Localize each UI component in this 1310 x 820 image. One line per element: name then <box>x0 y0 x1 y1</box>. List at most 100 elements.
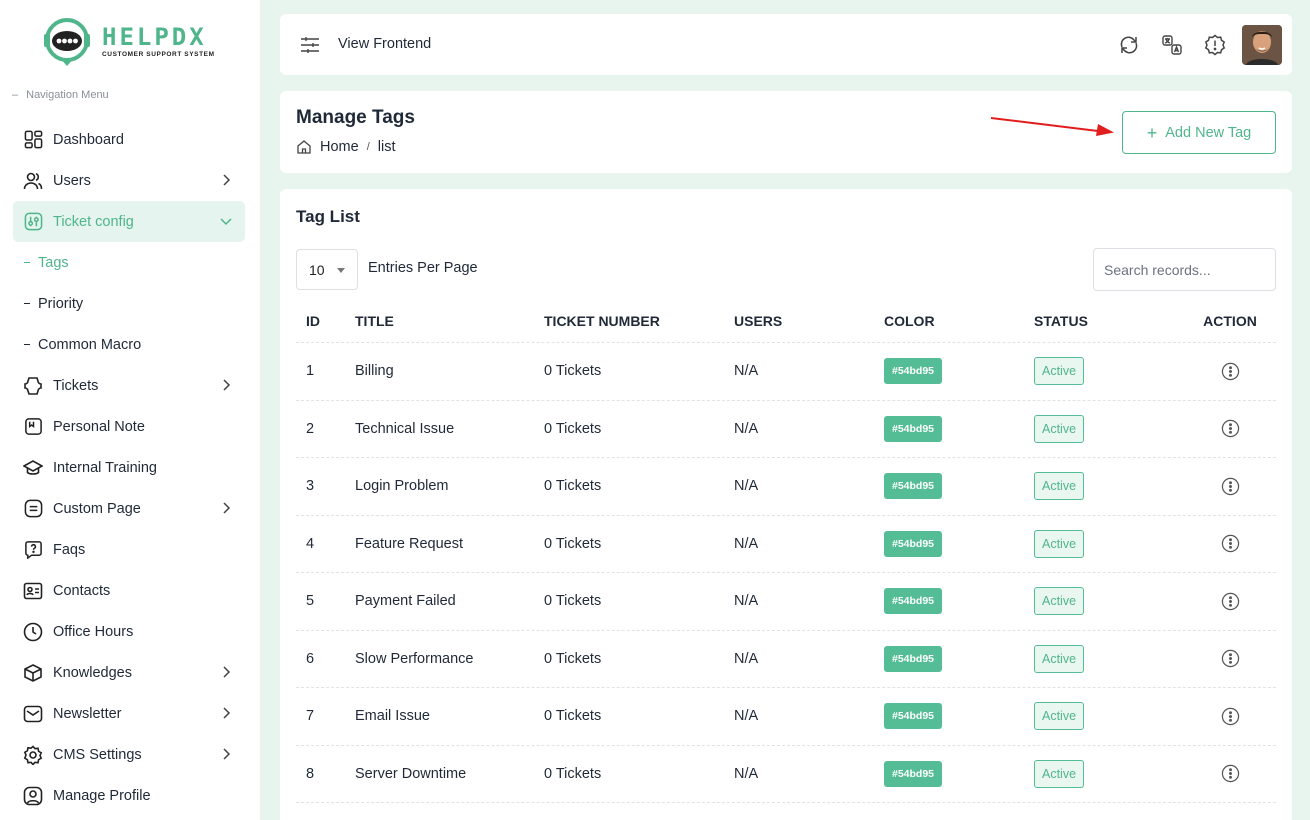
row-users: N/A <box>734 478 759 495</box>
table-row: 5 Payment Failed 0 Tickets N/A #54bd95 A… <box>296 573 1276 631</box>
row-title: Login Problem <box>355 478 449 495</box>
profile-icon <box>23 786 43 806</box>
more-options-icon[interactable] <box>1221 649 1240 668</box>
box-icon <box>23 663 43 683</box>
row-users: N/A <box>734 535 759 552</box>
color-badge: #54bd95 <box>884 703 943 730</box>
annotation-arrow <box>990 117 1114 136</box>
users-icon <box>23 171 43 191</box>
status-badge[interactable]: Active <box>1034 529 1085 558</box>
table-row: 8 Server Downtime 0 Tickets N/A #54bd95 … <box>296 746 1276 803</box>
more-options-icon[interactable] <box>1221 764 1240 783</box>
sidebar-item-newsletter[interactable]: Newsletter <box>13 693 245 734</box>
sidebar-subitem-common-macro[interactable]: Common Macro <box>13 324 245 365</box>
table-row: 7 Email Issue 0 Tickets N/A #54bd95 Acti… <box>296 688 1276 746</box>
nav-caption: – Navigation Menu <box>12 89 109 101</box>
color-badge: #54bd95 <box>884 358 943 385</box>
view-frontend-link[interactable]: View Frontend <box>338 36 431 52</box>
plus-icon: + <box>1146 122 1158 143</box>
sidebar-item-contacts[interactable]: Contacts <box>13 570 245 611</box>
status-badge[interactable]: Active <box>1034 644 1085 673</box>
brand-logo[interactable]: HELPDX CUSTOMER SUPPORT SYSTEM <box>40 16 220 68</box>
sidebar-item-tickets[interactable]: Tickets <box>13 365 245 406</box>
nav-menu: Dashboard Users Ticket config Tags Prior… <box>13 119 245 816</box>
brand-subtitle: CUSTOMER SUPPORT SYSTEM <box>102 51 215 59</box>
sidebar-item-office-hours[interactable]: Office Hours <box>13 611 245 652</box>
sidebar-item-ticket-config[interactable]: Ticket config <box>13 201 245 242</box>
row-users: N/A <box>734 650 759 667</box>
mail-icon <box>23 704 43 724</box>
tag-list-title: Tag List <box>296 207 360 226</box>
sidebar-item-knowledges[interactable]: Knowledges <box>13 652 245 693</box>
status-badge[interactable]: Active <box>1034 587 1085 616</box>
status-badge[interactable]: Active <box>1034 414 1085 443</box>
color-badge: #54bd95 <box>884 530 943 557</box>
sidebar-item-cms-settings[interactable]: CMS Settings <box>13 734 245 775</box>
alert-icon[interactable] <box>1204 34 1226 56</box>
row-users: N/A <box>734 765 759 782</box>
table-row: 3 Login Problem 0 Tickets N/A #54bd95 Ac… <box>296 458 1276 516</box>
avatar[interactable] <box>1242 25 1282 65</box>
row-title: Payment Failed <box>355 593 456 610</box>
more-options-icon[interactable] <box>1221 592 1240 611</box>
graduation-cap-icon <box>23 458 43 478</box>
row-users: N/A <box>734 363 759 380</box>
row-ticket-number: 0 Tickets <box>544 765 602 782</box>
contact-card-icon <box>23 581 43 601</box>
status-badge[interactable]: Active <box>1034 759 1085 788</box>
sidebar: HELPDX CUSTOMER SUPPORT SYSTEM – Navigati… <box>0 0 260 820</box>
top-bar: View Frontend <box>280 14 1292 75</box>
color-badge: #54bd95 <box>884 473 943 500</box>
sidebar-subitem-priority[interactable]: Priority <box>13 283 245 324</box>
sidebar-item-internal-training[interactable]: Internal Training <box>13 447 245 488</box>
row-title: Technical Issue <box>355 420 455 437</box>
search-input[interactable] <box>1093 248 1276 291</box>
gear-icon <box>23 744 43 765</box>
page-icon <box>23 499 43 519</box>
clock-icon <box>23 622 43 642</box>
row-ticket-number: 0 Tickets <box>544 535 602 552</box>
page-header-card: Manage Tags Home / list + Add New Tag <box>280 91 1292 173</box>
sidebar-item-faqs[interactable]: Faqs <box>13 529 245 570</box>
entries-per-page-select[interactable]: 10 <box>296 249 358 290</box>
row-title: Server Downtime <box>355 765 467 782</box>
status-badge[interactable]: Active <box>1034 357 1085 386</box>
caret-down-icon <box>337 268 345 273</box>
sidebar-item-dashboard[interactable]: Dashboard <box>13 119 245 160</box>
row-id: 2 <box>306 420 315 437</box>
page-title: Manage Tags <box>296 107 415 128</box>
row-id: 1 <box>306 363 315 380</box>
breadcrumb-home[interactable]: Home <box>320 139 359 155</box>
status-badge[interactable]: Active <box>1034 702 1085 731</box>
chevron-right-icon <box>223 379 231 391</box>
sidebar-item-manage-profile[interactable]: Manage Profile <box>13 775 245 816</box>
color-badge: #54bd95 <box>884 588 943 615</box>
sliders-icon[interactable] <box>300 36 320 54</box>
sidebar-subitem-tags[interactable]: Tags <box>13 242 245 283</box>
refresh-icon[interactable] <box>1118 34 1140 56</box>
translate-icon[interactable] <box>1161 34 1183 56</box>
row-ticket-number: 0 Tickets <box>544 420 602 437</box>
more-options-icon[interactable] <box>1221 707 1240 726</box>
sidebar-item-personal-note[interactable]: Personal Note <box>13 406 245 447</box>
tag-list-card: Tag List 10 Entries Per Page ID TITLE TI… <box>280 189 1292 820</box>
add-new-tag-button[interactable]: + Add New Tag <box>1122 111 1276 154</box>
table-header: ID TITLE TICKET NUMBER USERS COLOR STATU… <box>296 299 1276 343</box>
row-ticket-number: 0 Tickets <box>544 363 602 380</box>
table-row: 4 Feature Request 0 Tickets N/A #54bd95 … <box>296 516 1276 573</box>
tags-table: ID TITLE TICKET NUMBER USERS COLOR STATU… <box>296 299 1276 803</box>
row-id: 4 <box>306 535 315 552</box>
more-options-icon[interactable] <box>1221 362 1240 381</box>
row-ticket-number: 0 Tickets <box>544 593 602 610</box>
status-badge[interactable]: Active <box>1034 472 1085 501</box>
logo-mark-icon <box>40 16 96 68</box>
row-users: N/A <box>734 708 759 725</box>
sidebar-item-users[interactable]: Users <box>13 160 245 201</box>
sidebar-item-custom-page[interactable]: Custom Page <box>13 488 245 529</box>
more-options-icon[interactable] <box>1221 534 1240 553</box>
row-id: 7 <box>306 708 315 725</box>
question-icon <box>23 540 43 560</box>
chevron-right-icon <box>223 666 231 678</box>
more-options-icon[interactable] <box>1221 477 1240 496</box>
more-options-icon[interactable] <box>1221 419 1240 438</box>
